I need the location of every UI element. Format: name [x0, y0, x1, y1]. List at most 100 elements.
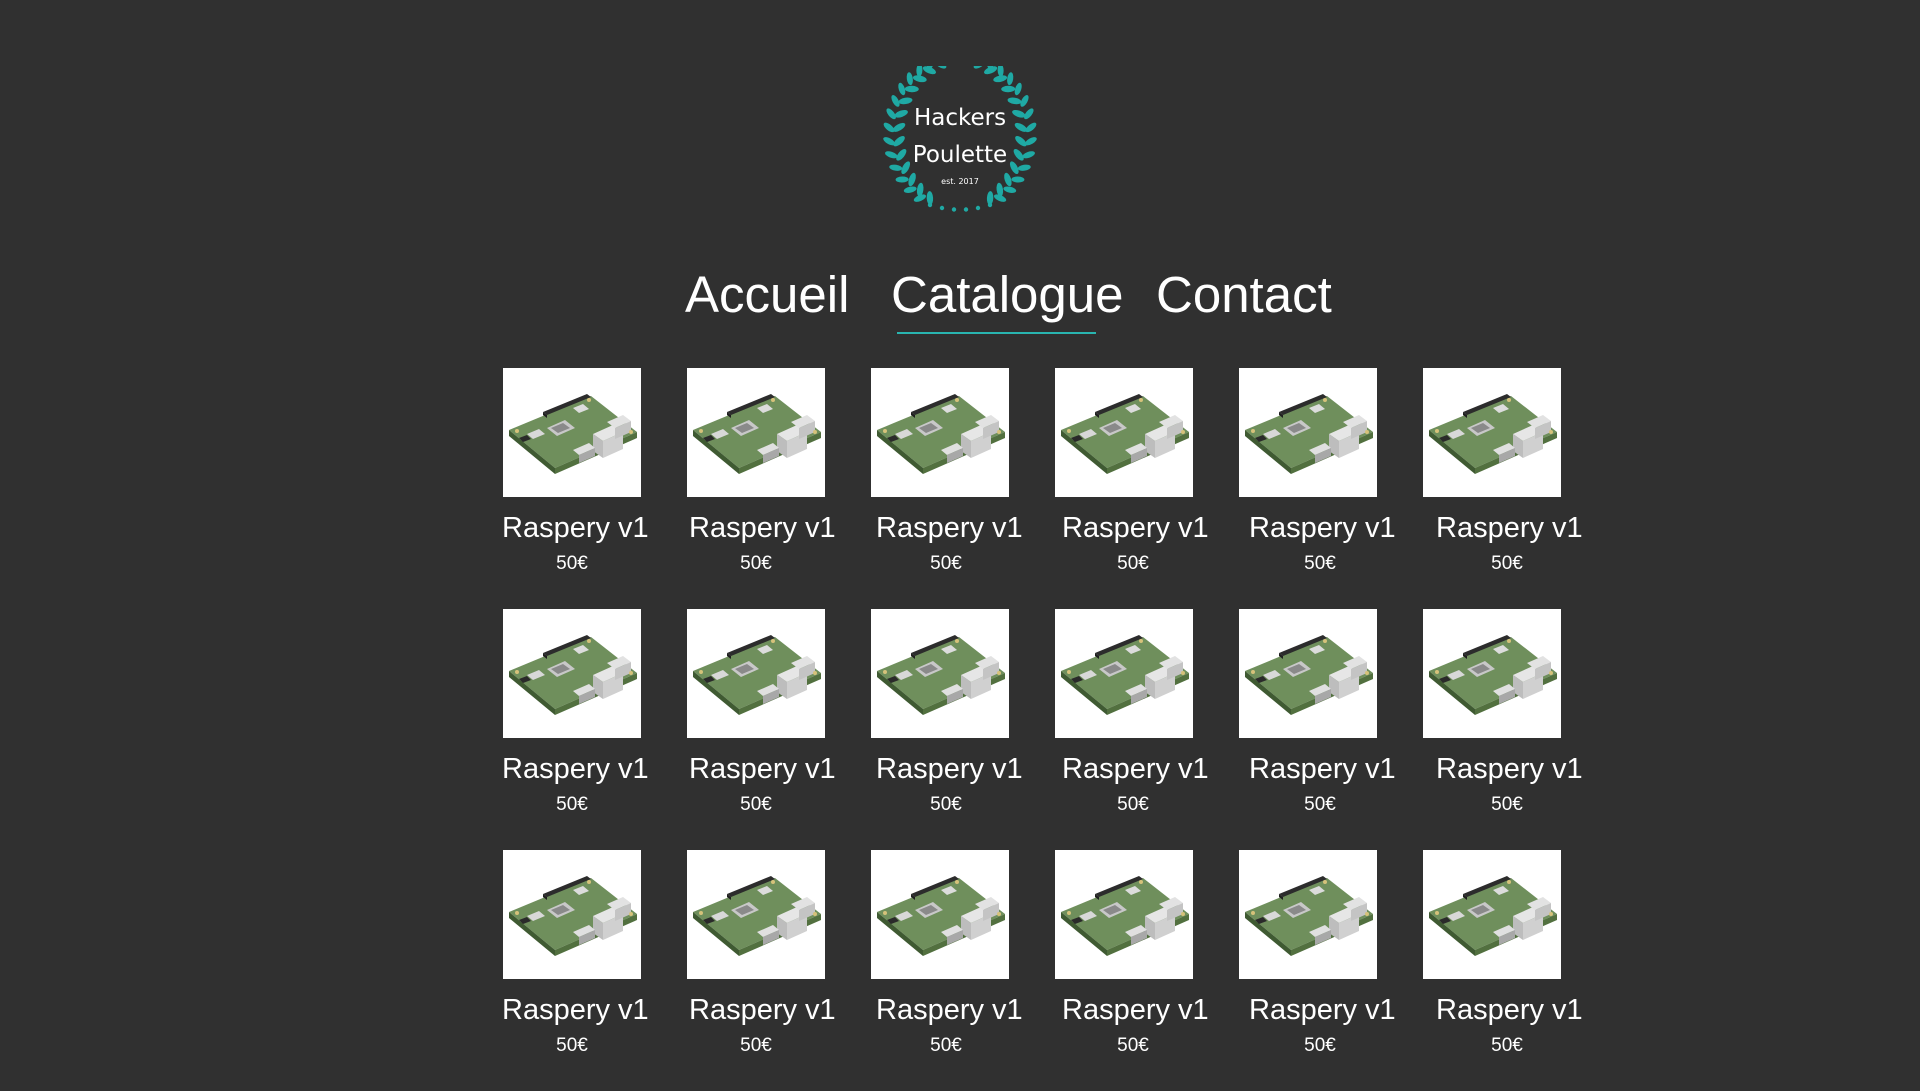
logo-tagline: est. 2017 [941, 177, 979, 186]
product-name: Raspery v1 [876, 753, 1023, 785]
nav-catalogue[interactable]: Catalogue [891, 262, 1124, 334]
product-price: 50€ [1304, 794, 1336, 815]
raspberry-pi-board-icon [1239, 609, 1377, 738]
raspberry-pi-board-icon [871, 368, 1009, 497]
product-name: Raspery v1 [1062, 512, 1209, 544]
product-name: Raspery v1 [876, 994, 1023, 1026]
raspberry-pi-board-icon [871, 850, 1009, 979]
product-name: Raspery v1 [1249, 994, 1396, 1026]
product-image [1239, 850, 1377, 979]
product-card[interactable]: Raspery v1 50€ [686, 850, 872, 1060]
laurel-wreath-icon: Hackers Poulette est. 2017 [883, 66, 1037, 212]
product-card[interactable]: Raspery v1 50€ [1422, 609, 1608, 819]
product-price: 50€ [1491, 1035, 1523, 1056]
product-image [1423, 850, 1561, 979]
product-image [687, 850, 825, 979]
raspberry-pi-board-icon [1423, 368, 1561, 497]
product-name: Raspery v1 [1062, 994, 1209, 1026]
product-card[interactable]: Raspery v1 50€ [502, 850, 688, 1060]
product-image [687, 368, 825, 497]
product-image [1055, 609, 1193, 738]
product-card[interactable]: Raspery v1 50€ [1054, 368, 1240, 578]
raspberry-pi-board-icon [871, 609, 1009, 738]
product-name: Raspery v1 [502, 753, 649, 785]
product-price: 50€ [1304, 553, 1336, 574]
product-price: 50€ [740, 1035, 772, 1056]
product-image [871, 368, 1009, 497]
raspberry-pi-board-icon [1055, 609, 1193, 738]
product-name: Raspery v1 [502, 512, 649, 544]
raspberry-pi-board-icon [1423, 609, 1561, 738]
product-card[interactable]: Raspery v1 50€ [1422, 368, 1608, 578]
product-price: 50€ [1117, 553, 1149, 574]
product-name: Raspery v1 [876, 512, 1023, 544]
product-price: 50€ [556, 553, 588, 574]
product-card[interactable]: Raspery v1 50€ [1422, 850, 1608, 1060]
product-image [871, 609, 1009, 738]
product-name: Raspery v1 [689, 512, 836, 544]
product-name: Raspery v1 [1062, 753, 1209, 785]
product-price: 50€ [1304, 1035, 1336, 1056]
product-image [503, 850, 641, 979]
product-card[interactable]: Raspery v1 50€ [1054, 850, 1240, 1060]
product-image [1239, 368, 1377, 497]
product-price: 50€ [1117, 1035, 1149, 1056]
product-card[interactable]: Raspery v1 50€ [686, 368, 872, 578]
product-card[interactable]: Raspery v1 50€ [870, 368, 1056, 578]
product-card[interactable]: Raspery v1 50€ [1238, 850, 1424, 1060]
raspberry-pi-board-icon [503, 609, 641, 738]
raspberry-pi-board-icon [503, 368, 641, 497]
product-name: Raspery v1 [689, 994, 836, 1026]
product-image [503, 368, 641, 497]
logo-line-1: Hackers [914, 105, 1006, 131]
main-nav: Accueil Catalogue Contact [0, 262, 1920, 334]
raspberry-pi-board-icon [1239, 368, 1377, 497]
product-price: 50€ [930, 553, 962, 574]
product-price: 50€ [740, 553, 772, 574]
product-name: Raspery v1 [689, 753, 836, 785]
product-name: Raspery v1 [1436, 753, 1583, 785]
raspberry-pi-board-icon [687, 609, 825, 738]
product-name: Raspery v1 [1436, 512, 1583, 544]
product-image [1055, 368, 1193, 497]
nav-contact[interactable]: Contact [1156, 262, 1332, 328]
site-logo[interactable]: Hackers Poulette est. 2017 [868, 66, 1052, 226]
product-price: 50€ [740, 794, 772, 815]
product-card[interactable]: Raspery v1 50€ [870, 609, 1056, 819]
product-image [503, 609, 641, 738]
product-row: Raspery v1 50€ Raspery v1 50€ Raspery v1… [502, 850, 1592, 1091]
product-card[interactable]: Raspery v1 50€ [1238, 368, 1424, 578]
product-price: 50€ [1491, 553, 1523, 574]
raspberry-pi-board-icon [503, 850, 641, 979]
product-name: Raspery v1 [1249, 512, 1396, 544]
nav-accueil[interactable]: Accueil [685, 262, 849, 328]
logo-line-2: Poulette [913, 142, 1007, 168]
product-row: Raspery v1 50€ Raspery v1 50€ Raspery v1… [502, 368, 1592, 609]
product-price: 50€ [930, 1035, 962, 1056]
product-image [1423, 609, 1561, 738]
product-image [1423, 368, 1561, 497]
product-price: 50€ [556, 794, 588, 815]
product-card[interactable]: Raspery v1 50€ [870, 850, 1056, 1060]
product-card[interactable]: Raspery v1 50€ [1238, 609, 1424, 819]
product-card[interactable]: Raspery v1 50€ [686, 609, 872, 819]
product-card[interactable]: Raspery v1 50€ [1054, 609, 1240, 819]
product-price: 50€ [930, 794, 962, 815]
product-name: Raspery v1 [1249, 753, 1396, 785]
raspberry-pi-board-icon [687, 850, 825, 979]
raspberry-pi-board-icon [1239, 850, 1377, 979]
product-card[interactable]: Raspery v1 50€ [502, 609, 688, 819]
product-name: Raspery v1 [502, 994, 649, 1026]
product-image [1239, 609, 1377, 738]
product-card[interactable]: Raspery v1 50€ [502, 368, 688, 578]
product-image [1055, 850, 1193, 979]
product-image [687, 609, 825, 738]
product-price: 50€ [1117, 794, 1149, 815]
raspberry-pi-board-icon [687, 368, 825, 497]
raspberry-pi-board-icon [1055, 850, 1193, 979]
raspberry-pi-board-icon [1055, 368, 1193, 497]
product-grid: Raspery v1 50€ Raspery v1 50€ Raspery v1… [502, 368, 1592, 1091]
product-price: 50€ [556, 1035, 588, 1056]
product-image [871, 850, 1009, 979]
raspberry-pi-board-icon [1423, 850, 1561, 979]
